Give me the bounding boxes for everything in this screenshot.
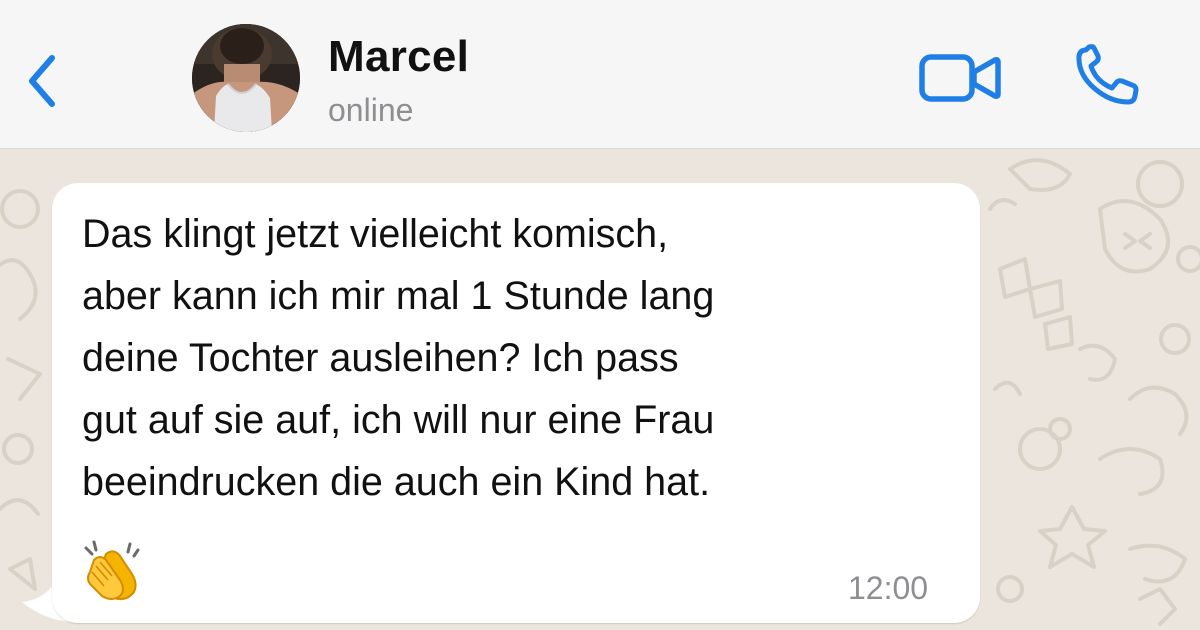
video-camera-icon — [919, 54, 1001, 102]
chevron-left-icon — [29, 55, 55, 107]
video-call-button[interactable] — [918, 52, 1002, 104]
contact-status: online — [328, 92, 414, 128]
phone-icon — [1076, 44, 1139, 105]
message-timestamp: 12:00 — [848, 570, 929, 606]
back-button[interactable] — [22, 50, 66, 110]
avatar[interactable] — [192, 24, 300, 132]
voice-call-button[interactable] — [1072, 44, 1142, 108]
contact-name[interactable]: Marcel — [328, 32, 469, 82]
avatar-photo — [192, 24, 300, 132]
chat-header: Marcel online — [0, 0, 1200, 149]
clapping-hands-emoji — [80, 540, 150, 604]
message-text: Das klingt jetzt vielleicht komisch, abe… — [82, 212, 715, 504]
